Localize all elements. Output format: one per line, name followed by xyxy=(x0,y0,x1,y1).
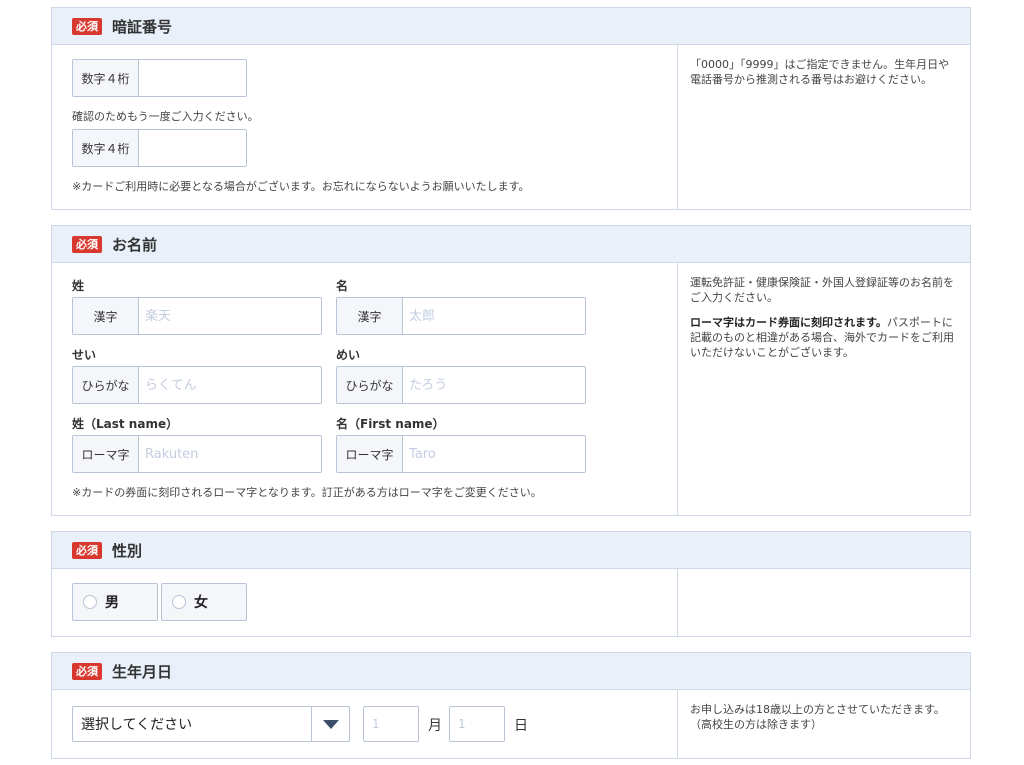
gender-female-radio[interactable]: 女 xyxy=(161,583,247,621)
name-section: 必須 お名前 姓 名 漢字 漢字 せい めい ひらがな ひらがな xyxy=(51,225,971,516)
birth-side-info: お申し込みは18歳以上の方とさせていただきます。（高校生の方は除きます） xyxy=(678,690,970,758)
required-badge: 必須 xyxy=(72,235,102,253)
birth-section-title: 生年月日 xyxy=(112,662,173,681)
first-name-roman-field[interactable]: ローマ字 xyxy=(336,435,586,473)
gender-section: 必須 性別 男 女 xyxy=(51,531,971,637)
sei-kanji-input[interactable] xyxy=(139,298,321,334)
pin-section-header: 必須 暗証番号 xyxy=(52,8,970,45)
birth-year-select-value: 選択してください xyxy=(81,717,193,733)
pin-main: 数字４桁 確認のためもう一度ご入力ください。 数字４桁 ※カードご利用時に必要と… xyxy=(52,45,678,209)
first-name-label: 名（First name） xyxy=(336,417,445,431)
day-unit: 日 xyxy=(514,718,528,734)
name-side-text1: 運転免許証・健康保険証・外国人登録証等のお名前をご入力ください。 xyxy=(690,276,954,304)
name-section-title: お名前 xyxy=(112,235,158,254)
radio-circle-icon xyxy=(172,595,186,609)
sei-kana-label: せい xyxy=(72,348,97,362)
gender-side-info xyxy=(678,569,970,636)
pin-side-info: 「0000」「9999」はご指定できません。生年月日や電話番号から推測される番号… xyxy=(678,45,970,209)
pin-side-text: 「0000」「9999」はご指定できません。生年月日や電話番号から推測される番号… xyxy=(690,58,950,86)
last-name-roman-field[interactable]: ローマ字 xyxy=(72,435,322,473)
last-name-label: 姓（Last name） xyxy=(72,417,179,431)
name-bottom-note: ※カードの券面に刻印されるローマ字となります。訂正がある方はローマ字をご変更くだ… xyxy=(72,486,542,499)
mei-kana-label: めい xyxy=(336,348,361,362)
name-side-text2: ローマ字はカード券面に刻印されます。パスポートに記載のものと相違がある場合、海外… xyxy=(690,315,958,360)
pin-field-label: 数字４桁 xyxy=(73,60,139,96)
pin-confirm-input[interactable] xyxy=(139,130,246,166)
dropdown-arrow-button[interactable] xyxy=(311,707,349,741)
birth-side-text: お申し込みは18歳以上の方とさせていただきます。（高校生の方は除きます） xyxy=(690,703,945,731)
name-side-info: 運転免許証・健康保険証・外国人登録証等のお名前をご入力ください。 ローマ字はカー… xyxy=(678,263,970,515)
sei-kana-input[interactable] xyxy=(139,367,321,403)
pin-confirm-field-label: 数字４桁 xyxy=(73,130,139,166)
pin-confirm-field[interactable]: 数字４桁 xyxy=(72,129,247,167)
name-side-bold: ローマ字はカード券面に刻印されます。 xyxy=(690,316,887,329)
birth-section-header: 必須 生年月日 xyxy=(52,653,970,690)
sei-label: 姓 xyxy=(72,279,85,293)
birth-month-field[interactable] xyxy=(363,706,419,742)
pin-section: 必須 暗証番号 数字４桁 確認のためもう一度ご入力ください。 数字４桁 ※カード… xyxy=(51,7,971,210)
birth-month-input[interactable] xyxy=(364,707,418,741)
pin-field[interactable]: 数字４桁 xyxy=(72,59,247,97)
name-section-header: 必須 お名前 xyxy=(52,226,970,263)
birth-section: 必須 生年月日 選択してください 月 日 お申し込みは18歳以上の方とさせていた… xyxy=(51,652,971,759)
mei-kanji-field[interactable]: 漢字 xyxy=(336,297,586,335)
month-unit: 月 xyxy=(428,718,442,734)
last-name-roman-input[interactable] xyxy=(139,436,321,472)
pin-input[interactable] xyxy=(139,60,246,96)
mei-label: 名 xyxy=(336,279,349,293)
sei-kana-field-label: ひらがな xyxy=(73,367,139,403)
mei-kana-field-label: ひらがな xyxy=(337,367,403,403)
last-name-roman-field-label: ローマ字 xyxy=(73,436,139,472)
sei-kana-field[interactable]: ひらがな xyxy=(72,366,322,404)
mei-kanji-field-label: 漢字 xyxy=(337,298,403,334)
pin-confirm-note: 確認のためもう一度ご入力ください。 xyxy=(72,110,259,123)
required-badge: 必須 xyxy=(72,662,102,680)
sei-kanji-field[interactable]: 漢字 xyxy=(72,297,322,335)
required-badge: 必須 xyxy=(72,17,102,35)
name-main: 姓 名 漢字 漢字 せい めい ひらがな ひらがな 姓（Last name） 名… xyxy=(52,263,678,515)
pin-section-title: 暗証番号 xyxy=(112,17,173,36)
required-badge: 必須 xyxy=(72,541,102,559)
birth-day-input[interactable] xyxy=(450,707,504,741)
birth-main: 選択してください 月 日 xyxy=(52,690,678,758)
birth-day-field[interactable] xyxy=(449,706,505,742)
first-name-roman-input[interactable] xyxy=(403,436,585,472)
mei-kana-field[interactable]: ひらがな xyxy=(336,366,586,404)
gender-female-label: 女 xyxy=(194,595,208,611)
pin-bottom-note: ※カードご利用時に必要となる場合がございます。お忘れにならないようお願いいたしま… xyxy=(72,180,530,193)
gender-main: 男 女 xyxy=(52,569,678,636)
gender-section-title: 性別 xyxy=(112,541,143,560)
mei-kana-input[interactable] xyxy=(403,367,585,403)
gender-section-header: 必須 性別 xyxy=(52,532,970,569)
gender-male-radio[interactable]: 男 xyxy=(72,583,158,621)
triangle-down-icon xyxy=(322,719,339,729)
first-name-roman-field-label: ローマ字 xyxy=(337,436,403,472)
radio-circle-icon xyxy=(83,595,97,609)
mei-kanji-input[interactable] xyxy=(403,298,585,334)
birth-year-select[interactable]: 選択してください xyxy=(72,706,350,742)
sei-kanji-field-label: 漢字 xyxy=(73,298,139,334)
gender-male-label: 男 xyxy=(105,595,119,611)
